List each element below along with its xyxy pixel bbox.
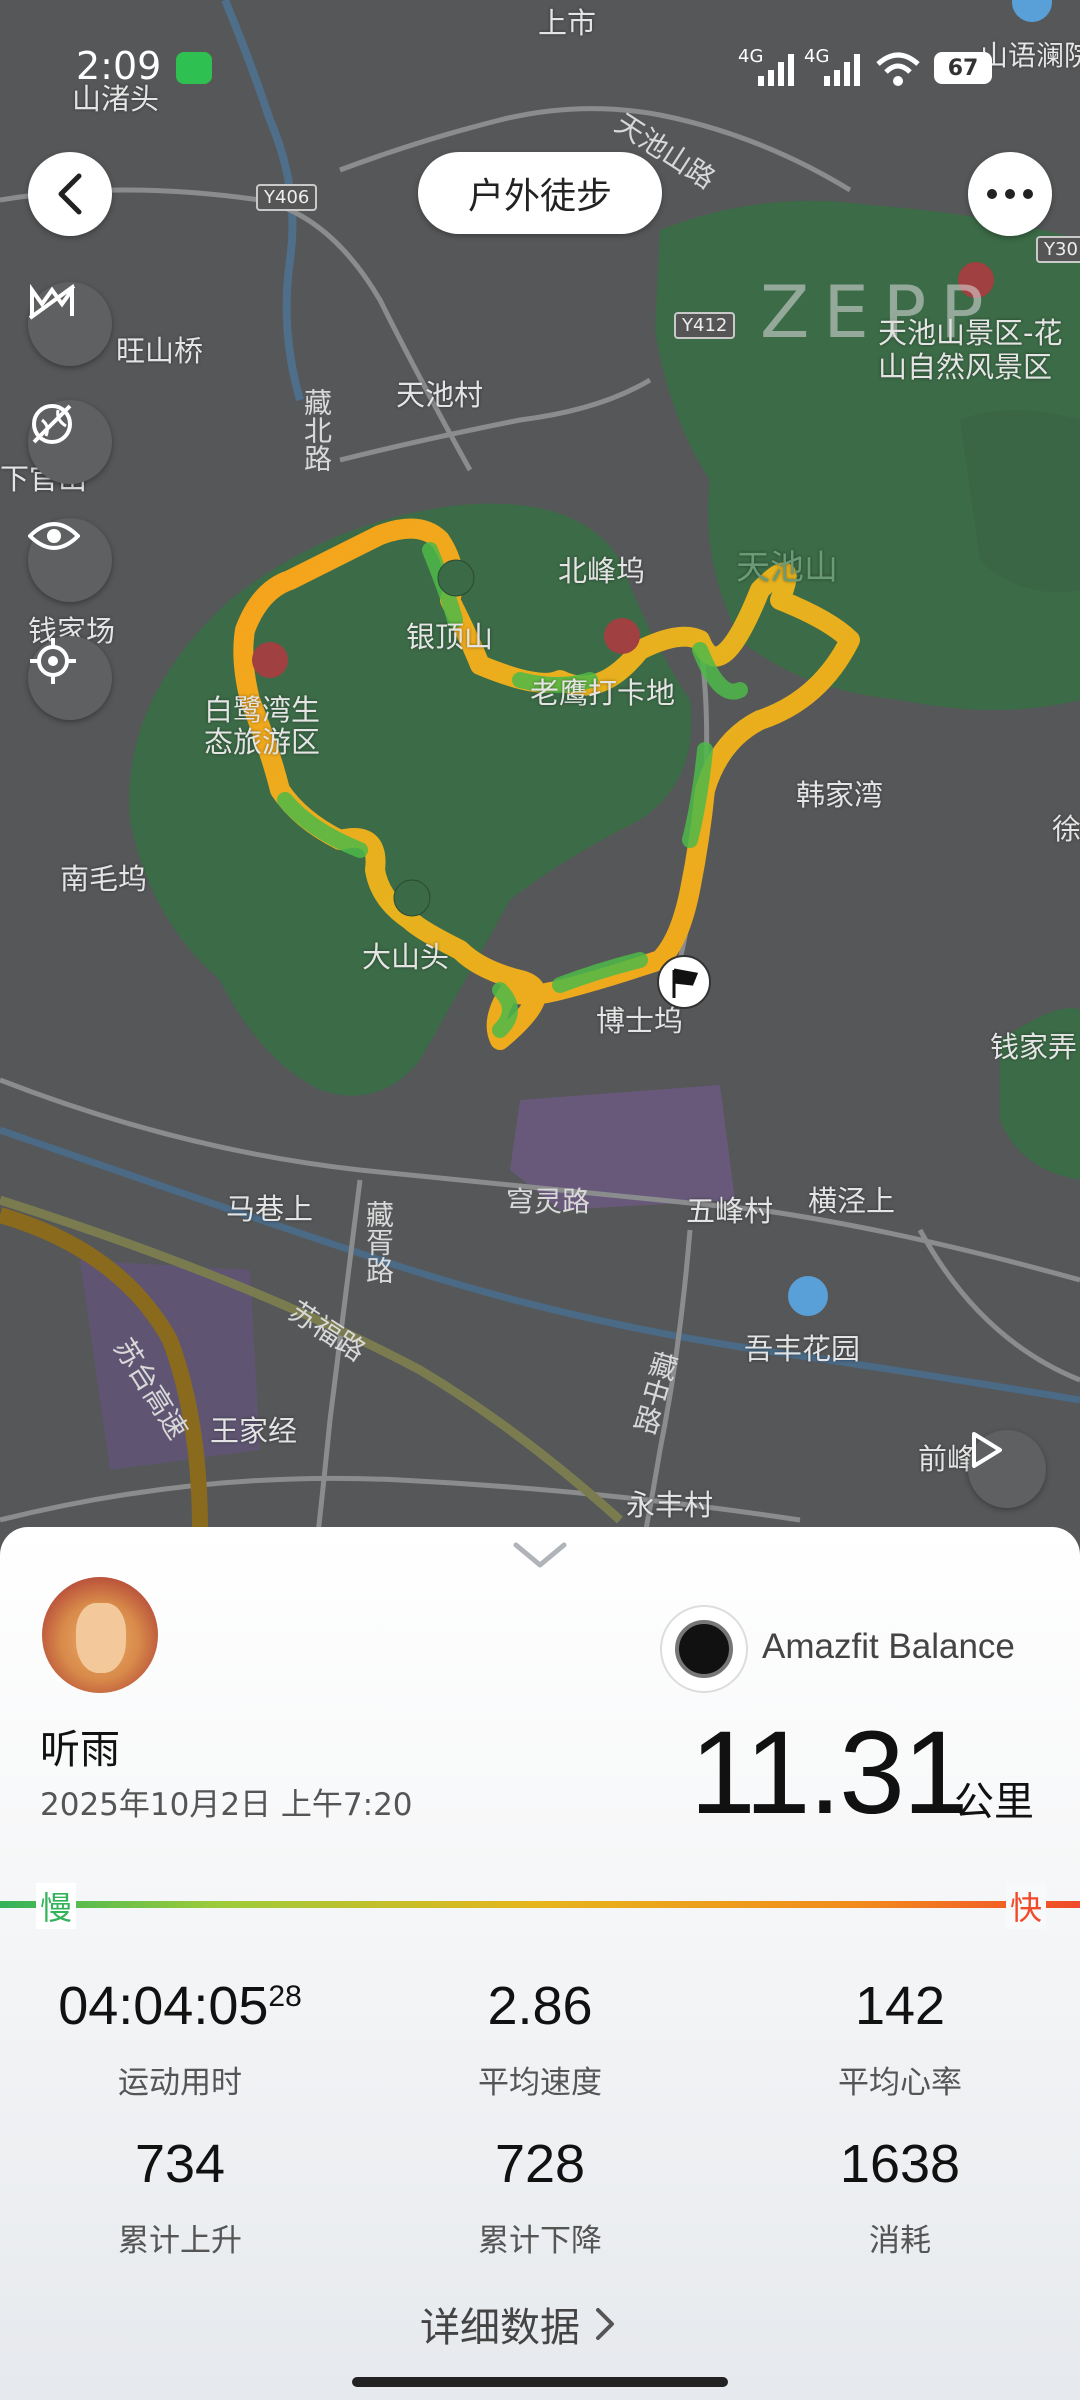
more-dots-icon: [987, 189, 1033, 199]
play-icon: [972, 1432, 1002, 1468]
message-icon: [176, 52, 212, 84]
zepp-watermark: ZEPP: [760, 270, 998, 354]
map-layer-toggle-button[interactable]: [28, 282, 112, 366]
view-toggle-button[interactable]: [28, 518, 112, 602]
summary-sheet: 听雨 2025年10月2日 上午7:20 Amazfit Balance 11.…: [0, 1527, 1080, 2400]
more-options-button[interactable]: [968, 152, 1052, 236]
user-name: 听雨: [40, 1727, 120, 1773]
map-label: 韩家湾: [796, 778, 884, 812]
route-map[interactable]: 上市 山语澜院 山渚头 天池山路 旺山桥 天池村 天池山景区-花山自然风景区 藏…: [0, 0, 1080, 1560]
distance-value: 11.31: [690, 1707, 969, 1839]
map-label: 天池山: [736, 548, 838, 588]
activity-datetime: 2025年10月2日 上午7:20: [40, 1787, 413, 1823]
map-label: 吾丰花园: [744, 1332, 861, 1366]
battery-indicator: 67: [934, 52, 992, 84]
map-label: 钱家弄: [990, 1030, 1078, 1064]
home-indicator: [352, 2377, 728, 2387]
chevron-left-icon: [58, 173, 82, 215]
map-label: 横泾上: [808, 1184, 896, 1218]
avg-speed-value: 2.86: [487, 1976, 593, 2036]
collapse-chevron-icon[interactable]: [512, 1541, 568, 1571]
road-label: 穹灵路: [506, 1185, 591, 1218]
map-label: 南毛坞: [60, 862, 148, 896]
detail-data-link[interactable]: 详细数据: [420, 2295, 616, 2353]
distance-unit: 公里: [954, 1779, 1034, 1825]
eye-icon: [28, 522, 80, 550]
map-label: 旺山桥: [116, 334, 204, 368]
signal-icon: [758, 54, 794, 86]
device-name[interactable]: Amazfit Balance: [762, 1627, 1015, 1667]
hide-map-button[interactable]: [28, 400, 112, 484]
duration-value: 04:04:0528: [58, 1976, 302, 2036]
total-descent-label: 累计下降: [478, 2223, 602, 2259]
pace-hide-icon: [28, 283, 76, 320]
chevron-right-icon: [596, 2308, 614, 2340]
duration-label: 运动用时: [118, 2065, 242, 2101]
map-label: 王家经: [210, 1414, 298, 1448]
map-label: 北峰坞: [558, 554, 646, 588]
road-code: Y406: [256, 184, 318, 211]
locate-button[interactable]: [28, 636, 112, 720]
calories-value: 1638: [839, 2134, 961, 2194]
map-label: 老鹰打卡地: [530, 676, 676, 710]
avg-speed-label: 平均速度: [478, 2065, 602, 2101]
map-label: 大山头: [362, 940, 450, 974]
road-code: Y30: [1036, 236, 1080, 263]
map-canvas: [0, 0, 1080, 1560]
map-label: 上市: [538, 6, 597, 40]
detail-data-label: 详细数据: [420, 2305, 580, 2351]
wifi-icon: [876, 52, 920, 86]
avg-heart-rate-label: 平均心率: [838, 2065, 962, 2101]
status-time: 2:09: [76, 44, 162, 88]
total-descent-value: 728: [494, 2134, 586, 2194]
calories-label: 消耗: [869, 2223, 931, 2259]
total-ascent-label: 累计上升: [118, 2223, 242, 2259]
map-label: 天池村: [396, 378, 484, 412]
replay-button[interactable]: [968, 1430, 1046, 1508]
map-label: 徐: [1052, 812, 1080, 846]
back-button[interactable]: [28, 152, 112, 236]
pace-fast-label: 快: [1006, 1883, 1047, 1929]
avg-heart-rate-value: 142: [854, 1976, 946, 2036]
road-label: 藏胥路: [362, 1200, 395, 1284]
total-ascent-value: 734: [134, 2134, 226, 2194]
pace-slow-label: 慢: [36, 1883, 77, 1929]
globe-off-icon: [32, 404, 72, 444]
pace-gradient-bar: [0, 1901, 1080, 1908]
road-code: Y412: [674, 312, 736, 339]
map-label: 马巷上: [226, 1192, 314, 1226]
map-label: 山语澜院: [980, 39, 1080, 72]
avatar[interactable]: [42, 1577, 158, 1693]
watch-icon: [660, 1605, 748, 1693]
map-label: 永丰村: [626, 1488, 714, 1522]
map-label: 白鹭湾生态旅游区: [204, 693, 321, 759]
road-label: 藏北路: [300, 388, 333, 472]
activity-type-title: 户外徒步: [418, 152, 662, 234]
locate-icon: [30, 638, 76, 684]
map-label: 五峰村: [686, 1194, 774, 1228]
duration-centiseconds: 28: [268, 1980, 302, 2013]
signal-icon-2: [824, 54, 860, 86]
map-label: 博士坞: [596, 1004, 684, 1038]
map-label: 银顶山: [406, 620, 494, 654]
